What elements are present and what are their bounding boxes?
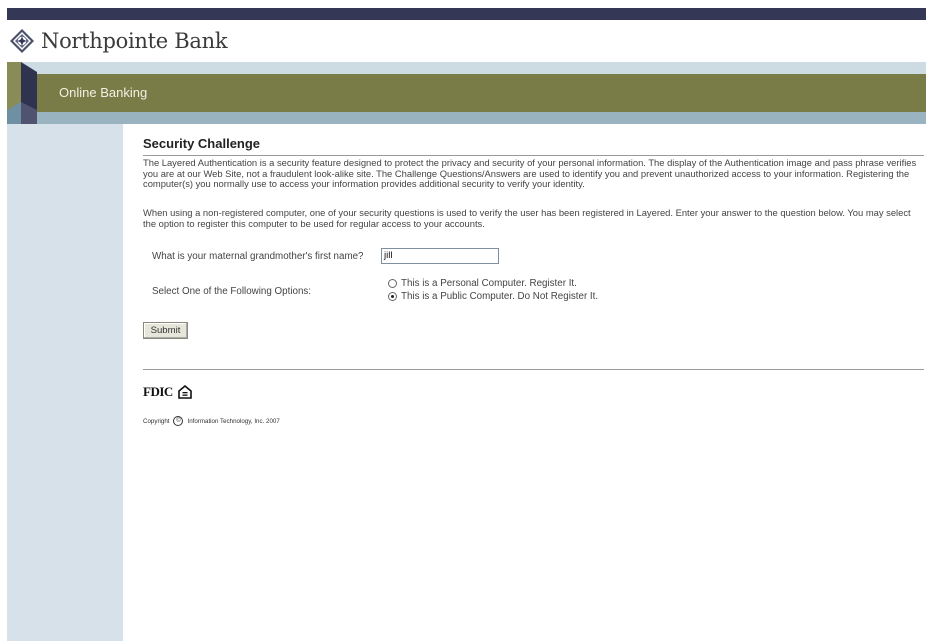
copyright-symbol: © [173,416,184,426]
top-bar [7,8,926,20]
radio-personal-computer[interactable] [388,279,397,288]
submit-button[interactable]: Submit [143,322,188,339]
radio-public-computer[interactable] [388,292,397,301]
option-public-computer-label: This is a Public Computer. Do Not Regist… [401,291,599,302]
diamond-compass-icon [10,29,34,53]
option-public-computer[interactable]: This is a Public Computer. Do Not Regist… [388,290,598,303]
bank-name: Northpointe Bank [41,29,228,53]
copyright-text: Information Technology, Inc. 2007 [187,417,280,425]
intro-paragraph: The Layered Authentication is a security… [143,157,917,189]
header-light-band [7,62,926,74]
section-label: Online Banking [59,85,148,100]
fdic-logo: FDIC [143,384,192,400]
security-answer-input[interactable]: jill [381,248,499,264]
options-label: Select One of the Following Options: [152,286,312,297]
logo-header: Northpointe Bank [7,20,926,62]
footer-divider [143,369,924,370]
online-banking-banner: Online Banking [7,74,926,112]
header-blue-band [7,112,926,124]
left-sidebar [7,124,123,641]
page-title: Security Challenge [143,136,261,151]
security-question-label: What is your maternal grandmother's firs… [152,251,364,262]
copyright-prefix: Copyright [143,417,170,425]
option-personal-computer[interactable]: This is a Personal Computer. Register It… [388,277,577,290]
copyright-notice: Copyright © Information Technology, Inc.… [143,416,280,426]
option-personal-computer-label: This is a Personal Computer. Register It… [401,278,577,289]
banner-decoration [7,62,37,124]
fdic-label: FDIC [143,384,173,399]
instructions-paragraph: When using a non-registered computer, on… [143,207,911,229]
equal-housing-icon [177,385,192,399]
page-frame: Northpointe Bank Online Banking Security… [7,0,926,641]
title-divider [143,155,924,156]
